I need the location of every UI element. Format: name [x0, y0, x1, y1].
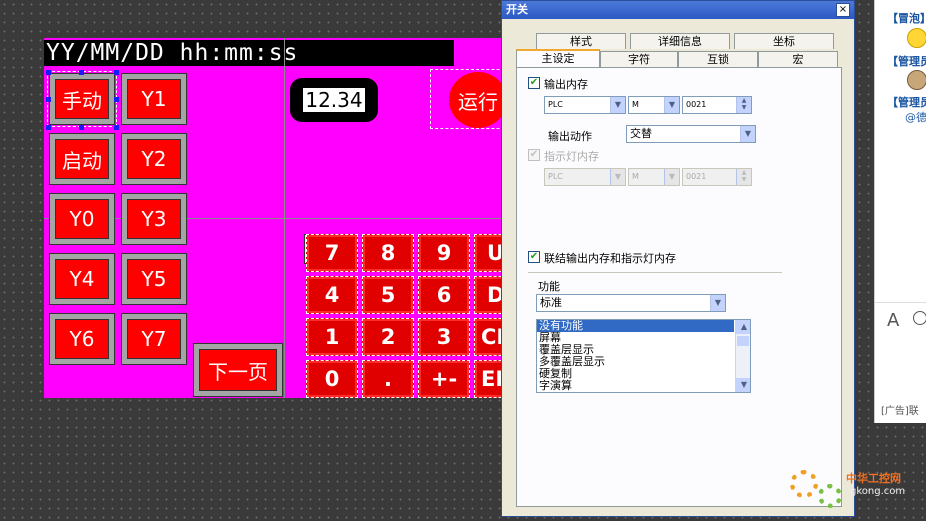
y3-button[interactable]: Y3: [122, 194, 186, 244]
font-icon[interactable]: A: [887, 310, 899, 331]
gear-icon: [818, 484, 842, 508]
key-up[interactable]: UP: [474, 234, 504, 272]
key-8[interactable]: 8: [362, 234, 414, 272]
gear-icon: [790, 470, 818, 498]
y1-button[interactable]: Y1: [122, 74, 186, 124]
chevron-down-icon: ▼: [664, 97, 679, 113]
y5-button[interactable]: Y5: [122, 254, 186, 304]
output-type-select[interactable]: M ▼: [628, 96, 680, 114]
watermark-brand: 中华工控网: [846, 472, 901, 485]
lamp-type-select[interactable]: M ▼: [628, 168, 680, 186]
link-memory-checkbox[interactable]: ✔: [528, 251, 540, 263]
spinner-icon[interactable]: ▲ ▼: [736, 97, 751, 113]
tab-main-settings[interactable]: 主设定: [516, 49, 600, 67]
y4-button[interactable]: Y4: [50, 254, 114, 304]
switch-properties-dialog: 开关 × 样式 详细信息 坐标 主设定 字符 互锁 宏 ✔ 输出内存 PLC ▼ …: [501, 0, 855, 517]
key-dot[interactable]: .: [362, 360, 414, 398]
datetime-display[interactable]: YY/MM/DD hh:mm:ss: [44, 40, 454, 66]
function-list[interactable]: 没有功能 屏幕 覆盖层显示 多覆盖层显示 硬复制 字演算 ▲ ▼: [536, 319, 751, 393]
output-device-value: PLC: [548, 100, 563, 109]
key-dn[interactable]: DN: [474, 276, 504, 314]
y0-button[interactable]: Y0: [50, 194, 114, 244]
key-9[interactable]: 9: [418, 234, 470, 272]
numeric-display[interactable]: 12.34: [290, 78, 378, 122]
tab-characters[interactable]: 字符: [600, 51, 678, 67]
hmi-screen-canvas[interactable]: YY/MM/DD hh:mm:ss 手动 Y1 启动 Y2 Y0 Y3 Y4 Y…: [44, 38, 504, 398]
tab-interlock[interactable]: 互锁: [678, 51, 758, 67]
run-lamp[interactable]: 运行: [430, 69, 504, 129]
spinner-icon[interactable]: ▲ ▼: [736, 169, 751, 185]
lamp-type-value: M: [632, 172, 639, 181]
close-icon[interactable]: ×: [836, 3, 850, 17]
output-type-value: M: [632, 100, 639, 109]
chat-line-4: @德: [905, 111, 926, 124]
avatar: [907, 70, 926, 90]
function-label: 功能: [538, 280, 560, 293]
function-value: 标准: [540, 296, 562, 309]
chat-line-2: 【管理员】: [887, 55, 926, 68]
output-action-select[interactable]: 交替 ▼: [626, 125, 756, 143]
tab-style[interactable]: 样式: [536, 33, 626, 49]
output-memory-checkbox[interactable]: ✔: [528, 77, 540, 89]
divider: [528, 272, 782, 273]
key-1[interactable]: 1: [306, 318, 358, 356]
output-memory-label: 输出内存: [544, 78, 588, 91]
key-0[interactable]: 0: [306, 360, 358, 398]
chevron-down-icon: ▼: [740, 126, 755, 142]
output-device-select[interactable]: PLC ▼: [544, 96, 626, 114]
scroll-thumb[interactable]: [737, 336, 749, 346]
link-memory-label: 联结输出内存和指示灯内存: [544, 252, 676, 265]
key-5[interactable]: 5: [362, 276, 414, 314]
scrollbar[interactable]: ▲ ▼: [735, 320, 750, 392]
lamp-memory-checkbox[interactable]: ✔: [528, 149, 540, 161]
y2-button[interactable]: Y2: [122, 134, 186, 184]
chevron-down-icon: ▼: [610, 169, 625, 185]
lamp-device-value: PLC: [548, 172, 563, 181]
chevron-down-icon: ▼: [664, 169, 679, 185]
run-lamp-label: 运行: [449, 72, 504, 128]
ad-label[interactable]: [广告]联: [881, 402, 919, 417]
chat-line-1: 【冒泡】: [887, 12, 926, 25]
smiley-icon: [907, 28, 926, 48]
tab-details[interactable]: 详细信息: [630, 33, 730, 49]
chat-line-3: 【管理员】: [887, 96, 926, 109]
key-plus-minus[interactable]: +-: [418, 360, 470, 398]
lamp-memory-label: 指示灯内存: [544, 150, 599, 163]
dialog-title: 开关: [502, 1, 854, 19]
key-3[interactable]: 3: [418, 318, 470, 356]
list-item[interactable]: 没有功能: [537, 320, 734, 332]
list-item[interactable]: 字演算: [537, 380, 750, 392]
key-ent[interactable]: ENT: [474, 360, 504, 398]
tab-coordinates[interactable]: 坐标: [734, 33, 834, 49]
lamp-device-select[interactable]: PLC ▼: [544, 168, 626, 186]
next-page-button[interactable]: 下一页: [194, 344, 282, 396]
y7-button[interactable]: Y7: [122, 314, 186, 364]
start-button[interactable]: 启动: [50, 134, 114, 184]
key-2[interactable]: 2: [362, 318, 414, 356]
manual-button[interactable]: 手动: [47, 71, 117, 127]
watermark-url: gkong.com: [850, 486, 906, 497]
lamp-address-input[interactable]: 0021 ▲ ▼: [682, 168, 752, 186]
scroll-up-icon[interactable]: ▲: [736, 320, 750, 334]
key-4[interactable]: 4: [306, 276, 358, 314]
output-action-label: 输出动作: [548, 130, 592, 143]
key-6[interactable]: 6: [418, 276, 470, 314]
numeric-value: 12.34: [302, 87, 366, 113]
y6-button[interactable]: Y6: [50, 314, 114, 364]
key-7[interactable]: 7: [306, 234, 358, 272]
function-select[interactable]: 标准 ▼: [536, 294, 726, 312]
chevron-down-icon: ▼: [610, 97, 625, 113]
scroll-down-icon[interactable]: ▼: [736, 378, 750, 392]
output-address-input[interactable]: 0021 ▲ ▼: [682, 96, 752, 114]
output-address-value: 0021: [686, 100, 707, 109]
key-clr[interactable]: CLR: [474, 318, 504, 356]
chat-sidebar: 【冒泡】 【管理员】 【管理员】 @德 A [广告]联: [874, 0, 926, 423]
divider: [875, 302, 926, 303]
output-action-value: 交替: [630, 127, 652, 140]
lamp-address-value: 0021: [686, 172, 707, 181]
emoji-icon[interactable]: [913, 311, 926, 325]
tab-macro[interactable]: 宏: [758, 51, 838, 67]
chevron-down-icon: ▼: [710, 295, 725, 311]
